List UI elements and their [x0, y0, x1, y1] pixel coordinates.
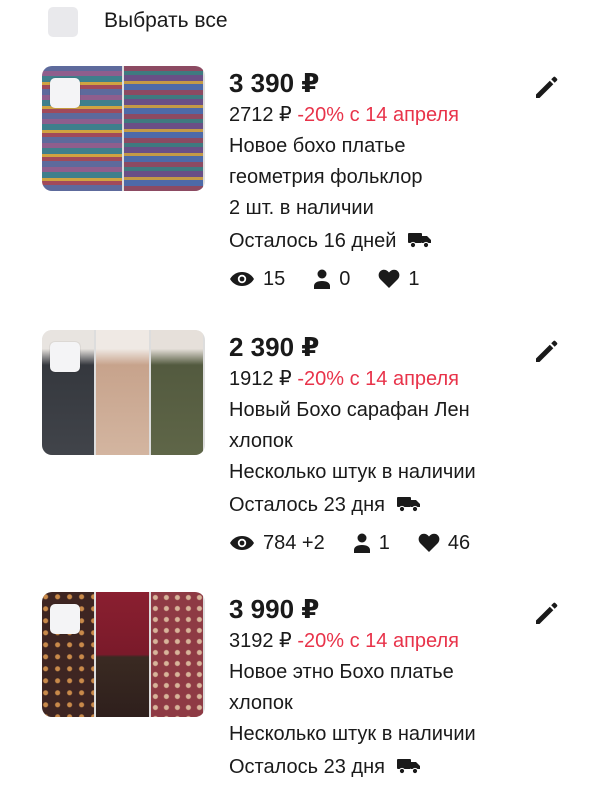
carts-stat: 0: [313, 268, 350, 291]
heart-icon: [418, 533, 440, 552]
eye-icon: [230, 536, 254, 550]
product-title-line: Новый Бохо сарафан Лен: [229, 399, 470, 421]
product-photo: [96, 592, 149, 717]
carts-stat: 1: [353, 532, 390, 555]
product-price: 2 390 ₽: [229, 332, 320, 362]
product-title-line: геометрия фольклор: [229, 166, 423, 188]
user-icon: [353, 533, 370, 553]
edit-button[interactable]: [530, 596, 564, 630]
days-remaining: Осталось 23 дня: [229, 494, 385, 516]
old-price: 2712 ₽: [229, 104, 292, 126]
product-title-line: хлопок: [229, 692, 293, 714]
truck-icon: [396, 489, 421, 523]
stock-status: Несколько штук в наличии: [229, 723, 476, 745]
product-thumbnail[interactable]: [42, 592, 205, 717]
days-remaining: Осталось 16 дней: [229, 230, 397, 252]
views-count: 15: [263, 267, 286, 290]
pencil-icon: [536, 340, 558, 362]
truck-icon: [396, 751, 421, 785]
likes-count: 1: [408, 267, 420, 290]
likes-stat: 1: [378, 267, 420, 291]
stock-status: 2 шт. в наличии: [229, 197, 374, 219]
likes-stat: 46: [418, 532, 470, 555]
product-photo: [150, 592, 203, 717]
stock-status: Несколько штук в наличии: [229, 461, 476, 483]
product-title-line: Новое этно Бохо платье: [229, 661, 454, 683]
edit-button[interactable]: [530, 334, 564, 368]
select-all-row[interactable]: Выбрать все: [48, 5, 228, 39]
product-thumbnail[interactable]: [42, 330, 205, 455]
product-thumbnail[interactable]: [42, 66, 205, 191]
truck-icon: [407, 225, 432, 259]
edit-button[interactable]: [530, 70, 564, 104]
heart-icon: [379, 269, 400, 288]
discount-label: -20% с 14 апреля: [297, 104, 459, 126]
product-select-checkbox[interactable]: [50, 342, 80, 372]
product-select-checkbox[interactable]: [50, 604, 80, 634]
select-all-label: Выбрать все: [104, 9, 228, 32]
product-price: 3 390 ₽: [229, 68, 320, 98]
pencil-icon: [536, 76, 558, 98]
views-stat: 15: [229, 268, 285, 291]
product-photo: [150, 330, 203, 455]
product-title-line: хлопок: [229, 430, 293, 452]
select-all-checkbox[interactable]: [48, 7, 78, 37]
carts-count: 1: [378, 531, 390, 554]
product-title-line: Новое бохо платье: [229, 135, 406, 157]
user-icon: [314, 269, 331, 289]
eye-icon: [230, 272, 254, 286]
views-count: 784 +2: [263, 531, 325, 554]
product-photo: [96, 330, 149, 455]
discount-label: -20% с 14 апреля: [297, 630, 459, 652]
product-price: 3 990 ₽: [229, 594, 320, 624]
product-photo: [123, 66, 203, 191]
days-remaining: Осталось 23 дня: [229, 756, 385, 778]
likes-count: 46: [447, 531, 471, 554]
discount-label: -20% с 14 апреля: [297, 368, 459, 390]
old-price: 3192 ₽: [229, 630, 292, 652]
carts-count: 0: [339, 267, 351, 290]
views-stat: 784 +2: [229, 532, 325, 555]
pencil-icon: [536, 602, 558, 624]
old-price: 1912 ₽: [229, 368, 292, 390]
product-select-checkbox[interactable]: [50, 78, 80, 108]
